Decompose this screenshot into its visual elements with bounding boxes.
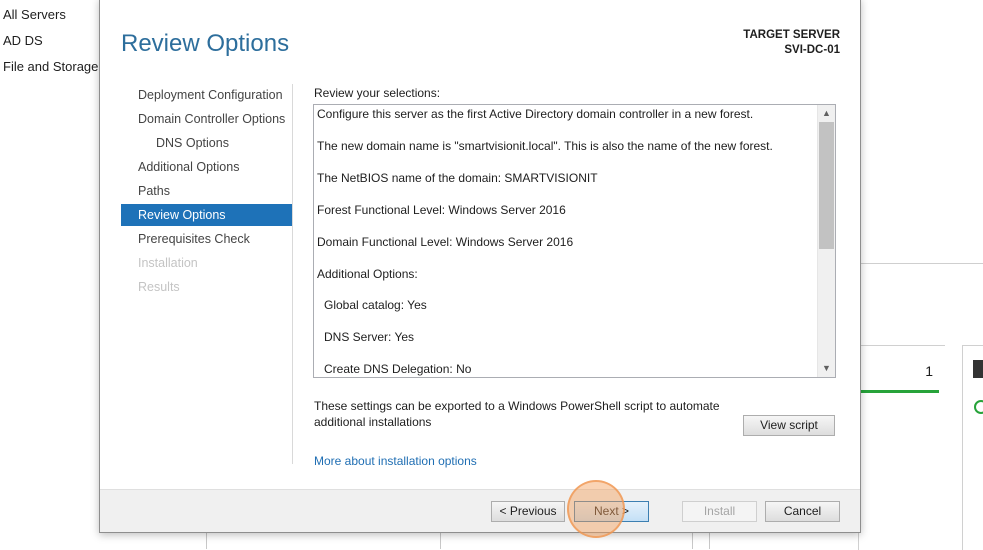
target-server-label: TARGET SERVER — [743, 29, 840, 41]
export-description: These settings can be exported to a Wind… — [314, 399, 720, 429]
step-paths[interactable]: Paths — [121, 180, 292, 202]
install-button: Install — [682, 501, 757, 522]
dashboard-tile-2[interactable] — [962, 345, 983, 550]
dashboard-tile[interactable]: 1 — [858, 345, 945, 550]
nav-item-ad-ds[interactable]: AD DS — [3, 33, 43, 48]
review-line: Additional Options: — [317, 267, 418, 281]
review-line: DNS Server: Yes — [324, 330, 415, 344]
tile-count: 1 — [925, 363, 933, 379]
review-label: Review your selections: — [314, 86, 441, 100]
ad-ds-configuration-wizard: Review Options TARGET SERVER SVI-DC-01 D… — [99, 0, 861, 533]
review-line: Configure this server as the first Activ… — [317, 107, 754, 121]
step-prerequisites-check[interactable]: Prerequisites Check — [121, 228, 292, 250]
review-line: The new domain name is "smartvisionit.lo… — [317, 139, 773, 153]
status-ok-icon — [974, 400, 983, 414]
vertical-scrollbar[interactable]: ▲ ▼ — [817, 105, 835, 377]
nav-item-all-servers[interactable]: All Servers — [3, 7, 66, 22]
review-line: Global catalog: Yes — [324, 298, 427, 312]
step-installation: Installation — [138, 256, 198, 270]
review-line: Domain Functional Level: Windows Server … — [317, 235, 574, 249]
nav-item-file-and-storage[interactable]: File and Storage — [3, 59, 98, 74]
scroll-down-icon[interactable]: ▼ — [818, 360, 835, 377]
nav-divider — [292, 84, 293, 464]
next-button[interactable]: Next > — [574, 501, 649, 522]
view-script-button[interactable]: View script — [743, 415, 835, 436]
review-line: Create DNS Delegation: No — [324, 362, 472, 376]
step-additional-options[interactable]: Additional Options — [121, 156, 292, 178]
review-selections-box[interactable]: Configure this server as the first Activ… — [313, 104, 836, 378]
wizard-footer: < Previous Next > Install Cancel — [100, 489, 860, 532]
target-server-name: SVI-DC-01 — [784, 44, 840, 56]
scroll-up-icon[interactable]: ▲ — [818, 105, 835, 122]
step-domain-controller-options[interactable]: Domain Controller Options — [121, 108, 292, 130]
cancel-button[interactable]: Cancel — [765, 501, 840, 522]
step-dns-options[interactable]: DNS Options — [121, 132, 292, 154]
step-deployment-configuration[interactable]: Deployment Configuration — [121, 84, 292, 106]
scrollbar-thumb[interactable] — [819, 122, 834, 249]
step-results: Results — [138, 280, 180, 294]
step-review-options[interactable]: Review Options — [121, 204, 292, 226]
more-about-installation-link[interactable]: More about installation options — [314, 454, 477, 468]
previous-button[interactable]: < Previous — [491, 501, 565, 522]
page-title: Review Options — [121, 30, 290, 57]
review-line: Forest Functional Level: Windows Server … — [317, 203, 566, 217]
review-line: The NetBIOS name of the domain: SMARTVIS… — [317, 171, 598, 185]
server-icon — [973, 360, 983, 378]
target-server: TARGET SERVER SVI-DC-01 — [743, 28, 840, 58]
status-bar — [859, 390, 939, 393]
